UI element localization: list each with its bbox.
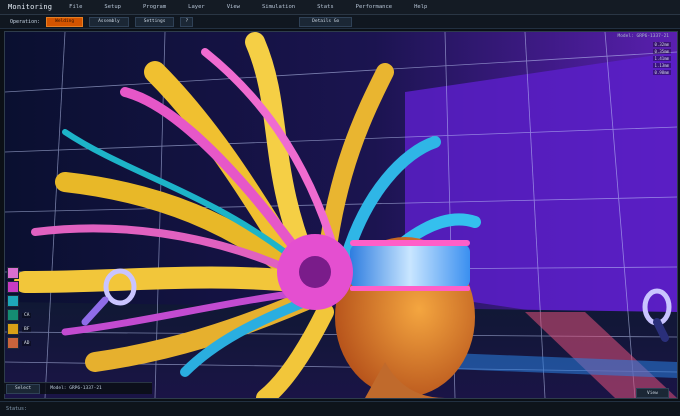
- 3d-viewport[interactable]: Model: GRP6-1337-21 0.32mm 0.35mm 1.41mm…: [4, 31, 678, 399]
- stat-value: 1.41mm: [652, 56, 671, 61]
- menu-program[interactable]: Program: [132, 4, 177, 10]
- menu-file[interactable]: File: [58, 4, 93, 10]
- welding-button[interactable]: Welding: [46, 16, 84, 27]
- legend-swatch: [7, 309, 19, 321]
- legend-label: CA: [22, 312, 32, 318]
- model-label: Model: GRP6-1337-21: [617, 34, 669, 39]
- operation-label: Operation:: [10, 18, 41, 25]
- menu-help[interactable]: Help: [403, 4, 438, 10]
- menu-layer[interactable]: Layer: [177, 4, 216, 10]
- stat-value: 1.13mm: [652, 63, 671, 68]
- scene-render: [5, 32, 677, 398]
- layer-legend: CA BF AD: [7, 267, 32, 349]
- legend-label: AD: [22, 340, 32, 346]
- select-bar: Select Model: GRP6-1337-21: [4, 382, 152, 394]
- legend-swatch: [7, 281, 19, 293]
- stats-panel: 0.32mm 0.35mm 1.41mm 1.13mm 0.98mm: [652, 42, 671, 75]
- menu-stats[interactable]: Stats: [306, 4, 345, 10]
- help-button[interactable]: ?: [180, 16, 194, 27]
- legend-row[interactable]: AD: [7, 337, 32, 349]
- status-bar: Status:: [0, 401, 680, 416]
- legend-swatch: [7, 267, 19, 279]
- view-button[interactable]: View: [636, 388, 669, 398]
- legend-row[interactable]: BF: [7, 323, 32, 335]
- stat-value: 0.32mm: [652, 42, 671, 47]
- legend-row[interactable]: [7, 295, 31, 307]
- settings-button[interactable]: Settings: [134, 16, 175, 27]
- assembly-button[interactable]: Assembly: [89, 16, 129, 27]
- menu-bar: Monitoring File Setup Program Layer View…: [0, 0, 680, 15]
- legend-swatch: [7, 295, 19, 307]
- menu-performance[interactable]: Performance: [345, 4, 403, 10]
- legend-label: BF: [22, 326, 32, 332]
- menu-simulation[interactable]: Simulation: [251, 4, 306, 10]
- status-text: Status:: [6, 406, 28, 412]
- stat-value: 0.98mm: [652, 70, 671, 75]
- legend-row[interactable]: [7, 281, 31, 293]
- menu-view[interactable]: View: [216, 4, 251, 10]
- legend-row[interactable]: CA: [7, 309, 32, 321]
- select-button[interactable]: Select: [6, 383, 41, 394]
- details-button[interactable]: Details Go: [299, 16, 353, 27]
- app-title: Monitoring: [8, 3, 53, 11]
- menu-setup[interactable]: Setup: [93, 4, 132, 10]
- toolbar: Operation: Welding Assembly Settings ? D…: [0, 15, 680, 29]
- stat-value: 0.35mm: [652, 49, 671, 54]
- legend-swatch: [7, 337, 19, 349]
- legend-swatch: [7, 323, 19, 335]
- legend-row[interactable]: [7, 267, 31, 279]
- bottom-model-label: Model: GRP6-1337-21: [50, 386, 102, 391]
